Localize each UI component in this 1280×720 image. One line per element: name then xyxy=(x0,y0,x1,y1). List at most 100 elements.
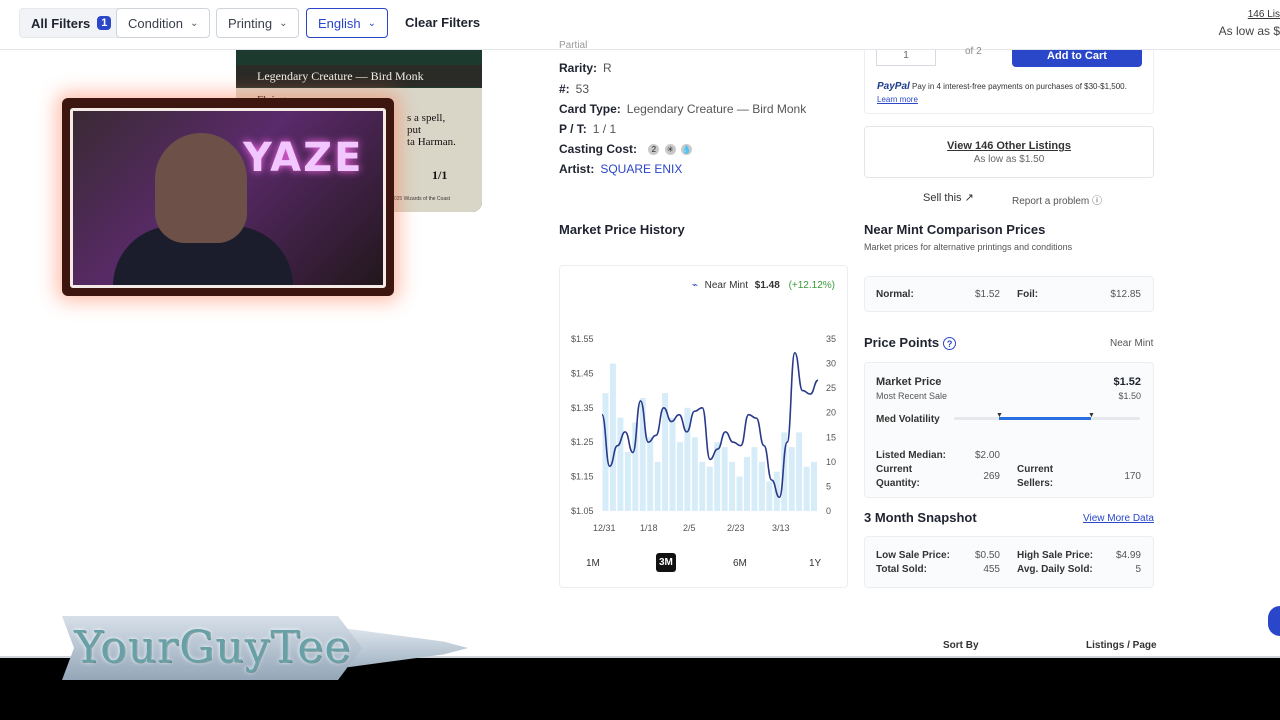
low-sale-value: $0.50 xyxy=(974,550,1000,561)
pt-label: P / T: xyxy=(559,122,587,136)
nm-comparison-subtitle: Market prices for alternative printings … xyxy=(864,242,1073,252)
price-points-box: Market Price $1.52 Most Recent Sale $1.5… xyxy=(864,362,1154,498)
volume-bar xyxy=(706,466,713,511)
foil-price: $12.85 xyxy=(1110,289,1141,300)
number-value: 53 xyxy=(575,82,590,96)
low-sale-label: Low Sale Price: xyxy=(876,550,950,561)
artist-label: Artist: xyxy=(559,162,595,176)
printing-dropdown[interactable]: Printing ⌄ xyxy=(216,8,300,38)
card-type-value: Legendary Creature — Bird Monk xyxy=(626,102,807,116)
card-footer: © 2025 Wizards of the Coast xyxy=(386,196,450,202)
volume-bar xyxy=(796,432,803,511)
x-axis-tick-label: 3/13 xyxy=(772,523,790,533)
high-sale-value: $4.99 xyxy=(1115,550,1141,561)
printing-label: Printing xyxy=(228,15,273,31)
volume-bar xyxy=(654,461,661,511)
sell-this-link[interactable]: Sell this ↗ xyxy=(923,191,974,204)
x-axis-tick-label: 12/31 xyxy=(593,523,616,533)
mana-blue-icon: 💧 xyxy=(681,144,693,156)
streamer-head xyxy=(155,133,247,243)
mana-symbols: 2 ✳ 💧 xyxy=(646,142,693,156)
card-type-row: Card Type: Legendary Creature — Bird Monk xyxy=(559,102,806,116)
sort-by-label[interactable]: Sort By xyxy=(943,640,979,651)
pt-row: P / T: 1 / 1 xyxy=(559,122,616,136)
chevron-down-icon: ⌄ xyxy=(189,17,199,29)
recent-sale-value: $1.50 xyxy=(1118,391,1141,401)
artist-link[interactable]: SQUARE ENIX xyxy=(600,162,682,176)
condition-label: Condition xyxy=(128,15,183,31)
help-icon[interactable]: ? xyxy=(943,337,957,351)
current-qty-value: 269 xyxy=(983,471,1000,482)
as-low-as-text: As low as $ xyxy=(1218,24,1280,38)
listings-count-link[interactable]: 146 Lis xyxy=(1248,9,1280,20)
market-price-label: Market Price xyxy=(876,376,942,388)
y2-axis-tick-label: 25 xyxy=(826,383,836,393)
range-6m[interactable]: 6M xyxy=(733,558,747,569)
volume-bar xyxy=(691,437,698,511)
y-axis-tick-label: $1.15 xyxy=(571,472,594,482)
chat-bubble-icon[interactable] xyxy=(1268,606,1280,636)
number-label: #: xyxy=(559,82,570,96)
volume-bar xyxy=(609,363,616,511)
volume-bar xyxy=(669,417,676,511)
volume-bar xyxy=(662,393,669,511)
quantity-select[interactable]: 1 xyxy=(876,50,936,66)
recent-sale-label: Most Recent Sale xyxy=(876,391,948,401)
view-more-data-link[interactable]: View More Data xyxy=(1083,513,1154,524)
listings-per-page-label[interactable]: Listings / Page xyxy=(1086,640,1157,651)
language-dropdown[interactable]: English ⌄ xyxy=(306,8,389,38)
other-listings-sub: As low as $1.50 xyxy=(973,154,1045,165)
volume-bar xyxy=(647,437,654,511)
add-to-cart-button[interactable]: Add to Cart xyxy=(1012,50,1142,67)
market-price-value: $1.52 xyxy=(1113,376,1141,388)
nm-comparison-box: Normal: $1.52 Foil: $12.85 xyxy=(864,276,1154,312)
current-qty-label1: Current xyxy=(876,464,913,475)
range-3m[interactable]: 3M xyxy=(656,553,676,572)
volume-bar xyxy=(788,447,795,511)
normal-price: $1.52 xyxy=(974,289,1000,300)
number-row: #: 53 xyxy=(559,82,589,96)
snapshot-title: 3 Month Snapshot xyxy=(864,510,977,525)
paypal-text: Pay in 4 interest-free payments on purch… xyxy=(912,82,1127,91)
volume-bar xyxy=(803,466,810,511)
volume-bar xyxy=(751,447,758,511)
condition-dropdown[interactable]: Condition ⌄ xyxy=(116,8,211,38)
volatility-fill xyxy=(999,417,1091,420)
normal-label: Normal: xyxy=(876,289,914,300)
stream-banner: YourGuyTee xyxy=(58,596,468,702)
mana-white-icon: ✳ xyxy=(664,144,676,156)
y-axis-tick-label: $1.05 xyxy=(571,506,594,516)
filter-bar: All Filters 1 Condition ⌄ Printing ⌄ Eng… xyxy=(0,0,1280,50)
range-1m[interactable]: 1M xyxy=(586,558,600,569)
x-axis-tick-label: 2/5 xyxy=(683,523,696,533)
avg-daily-value: 5 xyxy=(1135,564,1141,575)
quantity-of: of 2 xyxy=(965,46,982,57)
paypal-learn-more-link[interactable]: Learn more xyxy=(877,95,918,104)
sell-this-label: Sell this xyxy=(923,192,962,204)
y2-axis-tick-label: 15 xyxy=(826,432,836,442)
market-price-history-title: Market Price History xyxy=(559,222,685,237)
volume-bar xyxy=(729,461,736,511)
snapshot-box: Low Sale Price: $0.50 High Sale Price: $… xyxy=(864,536,1154,588)
volume-bar xyxy=(684,407,691,511)
range-1y[interactable]: 1Y xyxy=(809,558,821,569)
volume-bar xyxy=(617,417,624,511)
y2-axis-tick-label: 30 xyxy=(826,359,836,369)
artist-row: Artist: SQUARE ENIX xyxy=(559,162,682,176)
volume-bar xyxy=(736,476,743,511)
volume-bar xyxy=(676,442,683,511)
rarity-label: Rarity: xyxy=(559,61,598,75)
info-icon: ⓘ xyxy=(1092,196,1103,207)
avg-daily-label: Avg. Daily Sold: xyxy=(1017,564,1093,575)
current-qty-label2: Quantity: xyxy=(876,478,920,489)
all-filters-button[interactable]: All Filters 1 xyxy=(19,8,124,38)
casting-cost-label: Casting Cost: xyxy=(559,142,637,156)
y-axis-tick-label: $1.55 xyxy=(571,334,594,344)
rarity-row: Rarity: R xyxy=(559,61,612,75)
x-axis-tick-label: 2/23 xyxy=(727,523,745,533)
other-listings-button[interactable]: View 146 Other Listings As low as $1.50 xyxy=(864,126,1154,178)
report-problem-link[interactable]: Report a problem ⓘ xyxy=(1012,192,1102,207)
rarity-value: R xyxy=(603,61,612,75)
listed-median-label: Listed Median: xyxy=(876,450,947,461)
clear-filters-button[interactable]: Clear Filters xyxy=(405,15,480,30)
